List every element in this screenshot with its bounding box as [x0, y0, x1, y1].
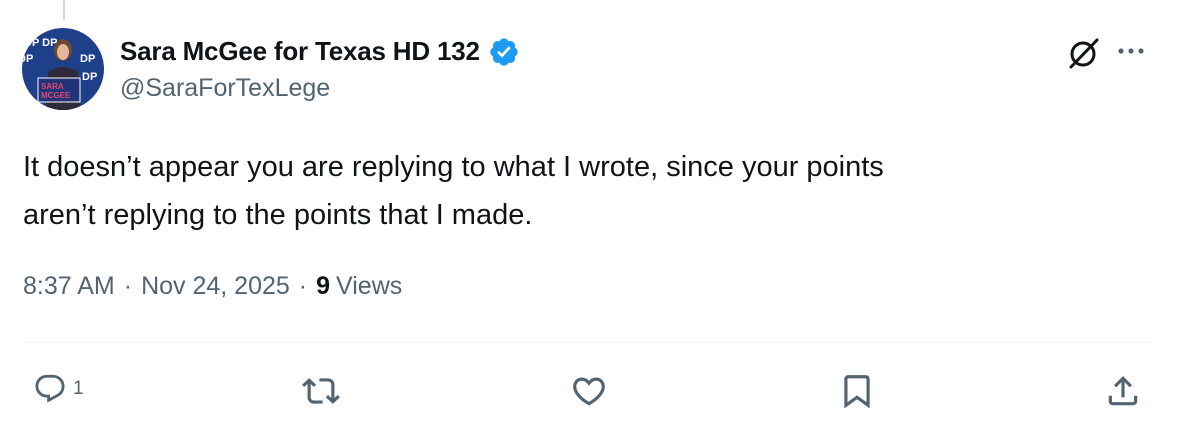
divider	[23, 342, 1153, 343]
like-icon	[573, 377, 605, 406]
share-icon	[1108, 376, 1138, 406]
author-identity: Sara McGee for Texas HD 132 @SaraForTexL…	[120, 36, 520, 103]
avatar[interactable]: DP DP DP DP DP SARA MCGEE	[22, 28, 104, 110]
name-row: Sara McGee for Texas HD 132	[120, 36, 520, 68]
reply-button[interactable]: 1	[33, 372, 84, 406]
retweet-button[interactable]	[302, 372, 340, 410]
svg-text:MCGEE: MCGEE	[41, 91, 71, 100]
like-button[interactable]	[570, 372, 608, 410]
tweet-date[interactable]: Nov 24, 2025	[141, 272, 290, 301]
views-count: 9	[316, 272, 331, 300]
tweet-meta: 8:37 AM · Nov 24, 2025 · 9 Views	[23, 272, 402, 301]
tweet-time[interactable]: 8:37 AM	[23, 272, 115, 301]
svg-text:DP: DP	[80, 53, 95, 65]
share-button[interactable]	[1104, 372, 1142, 410]
bookmark-button[interactable]	[838, 372, 876, 410]
reply-icon	[35, 374, 65, 403]
author-display-name[interactable]: Sara McGee for Texas HD 132	[120, 36, 480, 67]
reply-count: 1	[73, 378, 84, 399]
author-handle[interactable]: @SaraForTexLege	[120, 74, 520, 103]
tweet-header: DP DP DP DP DP SARA MCGEE Sara McGee for…	[22, 28, 520, 110]
bookmark-icon	[844, 375, 870, 409]
grok-icon[interactable]	[1067, 36, 1101, 70]
svg-text:DP: DP	[82, 71, 97, 83]
svg-text:DP DP: DP DP	[24, 37, 57, 49]
retweet-icon	[302, 378, 340, 404]
thread-connector-line	[63, 0, 65, 20]
avatar-image: DP DP DP DP DP SARA MCGEE	[22, 28, 104, 110]
meta-separator: ·	[298, 272, 308, 300]
verified-badge-icon[interactable]	[488, 36, 520, 68]
more-options-icon[interactable]	[1116, 39, 1146, 63]
meta-separator: ·	[123, 272, 133, 300]
svg-text:DP: DP	[22, 53, 33, 65]
tweet: DP DP DP DP DP SARA MCGEE Sara McGee for…	[0, 0, 1188, 435]
avatar-sign-text: SARA	[41, 82, 64, 91]
views-label: Views	[336, 272, 403, 300]
tweet-text: It doesn’t appear you are replying to wh…	[23, 151, 884, 231]
